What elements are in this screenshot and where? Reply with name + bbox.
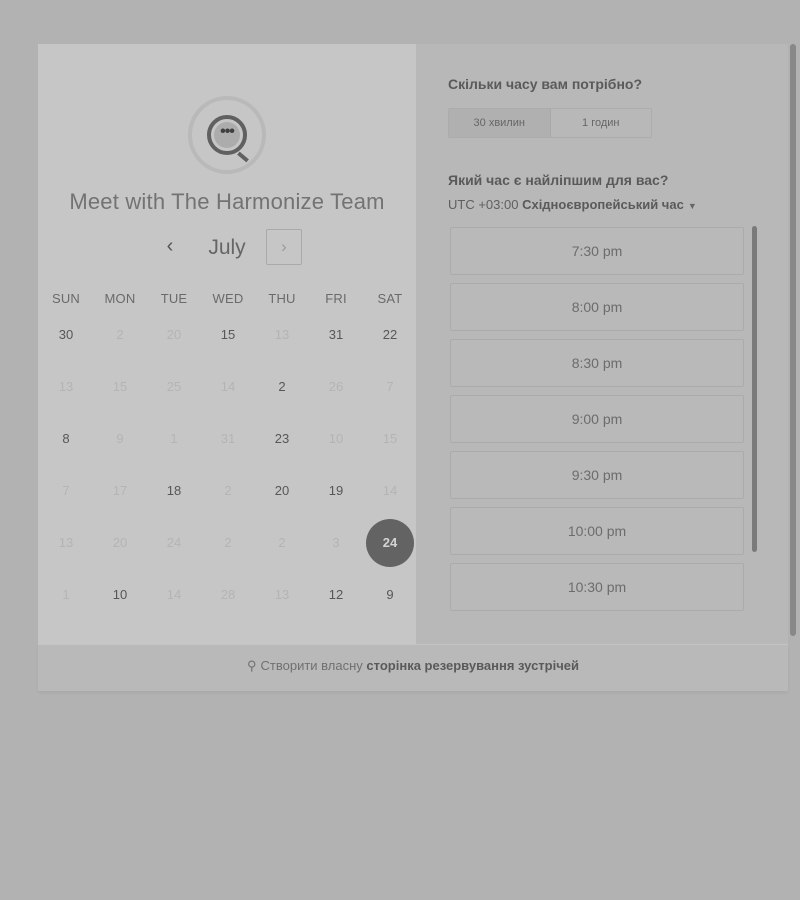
timezone-name: Східноєвропейський час <box>522 197 684 212</box>
calendar-day: 26 <box>328 379 344 394</box>
calendar-day: 13 <box>58 379 74 394</box>
calendar-day: 15 <box>112 379 128 394</box>
time-slot-list: 7:30 pm 8:00 pm 8:30 pm 9:00 pm 9:30 pm 10:00… <box>450 227 746 611</box>
team-logo: ••• <box>188 96 266 174</box>
calendar-day: 25 <box>166 379 182 394</box>
meetings-widget: ••• Meet with The Harmonize Team ‹ July … <box>38 44 788 691</box>
duration-option-30-min[interactable]: 30 хвилин <box>449 109 551 137</box>
weekday-label: TUE <box>160 291 188 306</box>
weekday-label: MON <box>104 291 136 306</box>
weekday-label: SAT <box>377 291 403 306</box>
calendar-day: 10 <box>328 431 344 446</box>
calendar-day: 2 <box>278 535 286 550</box>
calendar-day: 14 <box>166 587 182 602</box>
calendar-day[interactable]: 31 <box>312 311 360 359</box>
calendar-day: 31 <box>220 431 236 446</box>
calendar-day: 2 <box>116 327 124 342</box>
footer: ⚲ Створити власну сторінка резервування з… <box>38 644 788 691</box>
calendar-day[interactable]: 2 <box>258 363 306 411</box>
calendar-day[interactable]: 18 <box>150 467 198 515</box>
hubspot-sprocket-icon: ⚲ <box>247 658 257 673</box>
timezone-selector[interactable]: UTC +03:00 Східноєвропейський час ▼ <box>448 197 697 212</box>
month-label: July <box>208 236 246 259</box>
calendar-day[interactable]: 12 <box>312 571 360 619</box>
chat-bubble-icon: ••• <box>207 115 249 163</box>
calendar-day[interactable]: 22 <box>366 311 414 359</box>
next-month-button[interactable]: › <box>266 229 302 265</box>
calendar-day: 24 <box>166 535 182 550</box>
calendar-day: 28 <box>220 587 236 602</box>
timezone-offset: UTC +03:00 <box>448 197 519 212</box>
time-slot-button[interactable]: 9:00 pm <box>450 395 744 443</box>
calendar-day-selected[interactable]: 24 <box>366 519 414 567</box>
time-question: Який час є найліпшим для вас? <box>448 172 669 188</box>
calendar-day: 17 <box>112 483 128 498</box>
duration-question: Скільки часу вам потрібно? <box>448 76 643 92</box>
calendar-day[interactable]: 9 <box>366 571 414 619</box>
calendar-day[interactable]: 30 <box>42 311 90 359</box>
calendar-panel: ••• Meet with The Harmonize Team ‹ July … <box>38 44 416 644</box>
calendar-day[interactable]: 8 <box>42 415 90 463</box>
calendar-day: 13 <box>58 535 74 550</box>
weekday-label: WED <box>212 291 244 306</box>
calendar-day: 13 <box>274 587 290 602</box>
page-scrollbar[interactable] <box>790 44 796 636</box>
team-title: Meet with The Harmonize Team <box>69 189 385 214</box>
calendar-day: 15 <box>382 431 398 446</box>
calendar-day: 2 <box>224 483 232 498</box>
month-navigation: ‹ July › <box>38 229 416 269</box>
weekday-label: THU <box>268 291 296 306</box>
calendar-day: 9 <box>116 431 124 446</box>
page-top-band <box>0 0 800 44</box>
calendar-day[interactable]: 23 <box>258 415 306 463</box>
calendar-day: 7 <box>62 483 70 498</box>
caret-down-icon: ▼ <box>687 201 697 211</box>
calendar-day[interactable]: 20 <box>258 467 306 515</box>
duration-selector: 30 хвилин 1 годин <box>448 108 652 138</box>
footer-link[interactable]: сторінка резервування зустрічей <box>366 658 579 673</box>
footer-prefix: Створити власну <box>260 658 363 673</box>
calendar-day: 1 <box>170 431 178 446</box>
calendar-day[interactable]: 19 <box>312 467 360 515</box>
time-slot-button[interactable]: 10:30 pm <box>450 563 744 611</box>
calendar-day: 3 <box>332 535 340 550</box>
time-slot-button[interactable]: 8:30 pm <box>450 339 744 387</box>
calendar-day[interactable]: 15 <box>204 311 252 359</box>
weekday-label: FRI <box>325 291 347 306</box>
calendar-day: 14 <box>382 483 398 498</box>
calendar-day: 2 <box>224 535 232 550</box>
time-slot-button[interactable]: 9:30 pm <box>450 451 744 499</box>
time-slot-button[interactable]: 8:00 pm <box>450 283 744 331</box>
calendar-day: 14 <box>220 379 236 394</box>
calendar-day: 7 <box>386 379 394 394</box>
prev-month-button[interactable]: ‹ <box>154 229 186 265</box>
booking-panel: Скільки часу вам потрібно? 30 хвилин 1 г… <box>416 44 788 644</box>
weekday-label: SUN <box>51 291 81 306</box>
calendar-day: 1 <box>62 587 70 602</box>
calendar-day: 13 <box>274 327 290 342</box>
weekday-header: SUN MON TUE WED THU FRI SAT <box>38 291 416 309</box>
duration-option-1-hour[interactable]: 1 годин <box>551 109 652 137</box>
slot-list-scrollbar[interactable] <box>752 226 757 552</box>
time-slot-button[interactable]: 10:00 pm <box>450 507 744 555</box>
calendar-day: 20 <box>166 327 182 342</box>
calendar-day: 20 <box>112 535 128 550</box>
calendar-day[interactable]: 10 <box>96 571 144 619</box>
time-slot-button[interactable]: 7:30 pm <box>450 227 744 275</box>
